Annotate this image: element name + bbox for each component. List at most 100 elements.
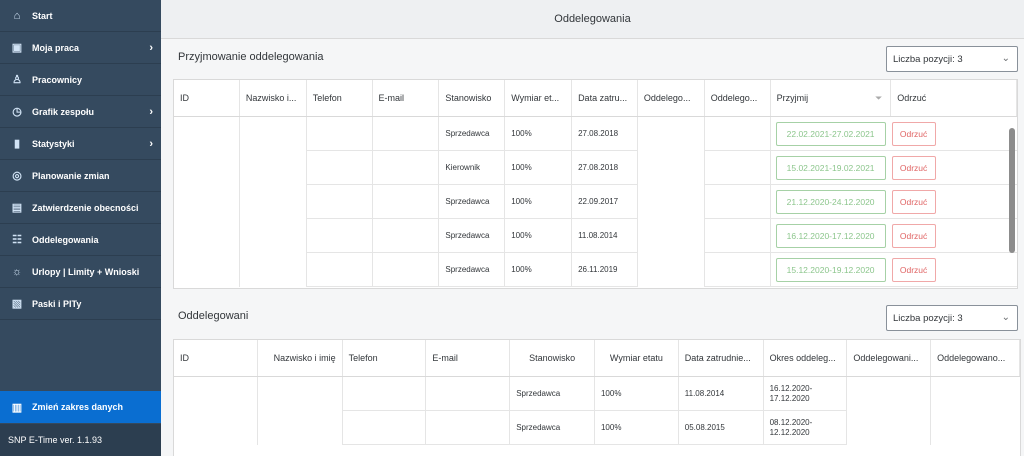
cell-delegated-from (638, 185, 705, 219)
col-header-delegated-to[interactable]: Oddelegowano... (931, 340, 1020, 376)
col-header-position[interactable]: Stanowisko (439, 80, 506, 116)
cell-delegated-to (931, 377, 1020, 411)
cell-name (258, 377, 343, 411)
sidebar-item-pracownicy[interactable]: ♙ Pracownicy (0, 64, 161, 96)
items-count-select[interactable]: Liczba pozycji: 3 ⌄ (886, 46, 1018, 72)
document-icon: ▤ (11, 202, 23, 214)
accept-button[interactable]: 22.02.2021-27.02.2021 (775, 121, 886, 146)
cell-id (174, 253, 240, 287)
cell-name (240, 185, 307, 219)
col-header-phone[interactable]: Telefon (307, 80, 373, 116)
cell-email (372, 185, 440, 219)
col-header-reject[interactable]: Odrzuć (891, 80, 1017, 116)
section-przyjmowanie-header: Przyjmowanie oddelegowania Liczba pozycj… (161, 39, 1024, 79)
cell-email (372, 219, 440, 253)
section-title: Oddelegowani (178, 310, 249, 322)
items-count-select[interactable]: Liczba pozycji: 3 ⌄ (886, 305, 1018, 331)
sidebar-item-label: Oddelegowania (32, 234, 99, 245)
sidebar-item-start[interactable]: ⌂ Start (0, 0, 161, 32)
cell-phone (306, 253, 373, 287)
sidebar-item-moja-praca[interactable]: ▣ Moja praca › (0, 32, 161, 64)
cell-phone (342, 377, 427, 411)
reject-button[interactable]: Odrzuć (891, 189, 936, 214)
sidebar-item-statystyki[interactable]: ▮ Statystyki › (0, 128, 161, 160)
sidebar-item-paski[interactable]: ▧ Paski i PITy (0, 288, 161, 320)
cell-name (240, 117, 307, 151)
select-value: Liczba pozycji: 3 (893, 312, 963, 324)
cell-delegated-to (704, 151, 771, 185)
cell-actions: 21.12.2020-24.12.2020 Odrzuć (770, 185, 1017, 219)
home-icon: ⌂ (13, 9, 21, 22)
cell-id (174, 117, 240, 151)
col-header-phone[interactable]: Telefon (343, 340, 427, 376)
cell-delegated-to (704, 185, 771, 219)
col-header-id[interactable]: ID (174, 80, 240, 116)
cell-position: Kierownik (439, 151, 506, 185)
reject-button[interactable]: Odrzuć (891, 257, 936, 282)
sidebar-item-urlopy[interactable]: ☼ Urlopy | Limity + Wnioski (0, 256, 161, 288)
chevron-down-icon: ⌄ (1001, 53, 1010, 64)
col-header-accept-label: Przyjmij (776, 93, 809, 103)
vacation-icon: ☼ (11, 265, 23, 278)
sidebar-item-grafik[interactable]: ◷ Grafik zespołu › (0, 96, 161, 128)
col-header-id[interactable]: ID (174, 340, 258, 376)
col-header-delegated-to[interactable]: Oddelego... (705, 80, 771, 116)
col-header-fte[interactable]: Wymiar etatu (595, 340, 679, 376)
sidebar-item-oddelegowania[interactable]: ☷ Oddelegowania (0, 224, 161, 256)
cell-email (372, 151, 440, 185)
col-header-hire-date[interactable]: Data zatrudnie... (679, 340, 764, 376)
sidebar-item-zatwierdzenie[interactable]: ▤ Zatwierdzenie obecności (0, 192, 161, 224)
cell-position: Sprzedawca (510, 411, 595, 445)
col-header-position[interactable]: Stanowisko (510, 340, 595, 376)
cell-phone (306, 219, 373, 253)
accept-button[interactable]: 15.02.2021-19.02.2021 (775, 155, 886, 180)
cell-phone (342, 411, 427, 445)
col-header-period[interactable]: Okres oddeleg... (764, 340, 848, 376)
cell-id (174, 219, 240, 253)
bar-chart-icon: ▮ (13, 138, 21, 150)
col-header-accept[interactable]: Przyjmij ⏷ (771, 80, 892, 116)
cell-email (372, 117, 440, 151)
cell-id (174, 377, 258, 411)
cell-fte: 100% (505, 117, 573, 151)
col-header-name[interactable]: Nazwisko i imię (258, 340, 343, 376)
table-row: Sprzedawca 100% 11.08.2014 16.12.2020-17… (174, 219, 1017, 253)
sidebar-item-label: Paski i PITy (32, 298, 82, 309)
cell-position: Sprzedawca (439, 117, 506, 151)
cell-position: Sprzedawca (510, 377, 595, 411)
sidebar-item-label: Start (32, 10, 53, 21)
col-header-delegated-from[interactable]: Oddelego... (638, 80, 705, 116)
col-header-email[interactable]: E-mail (373, 80, 440, 116)
change-data-range-button[interactable]: ▥ Zmień zakres danych (0, 391, 161, 423)
building-icon: ▥ (11, 401, 23, 414)
filter-icon[interactable]: ⏷ (875, 93, 882, 104)
accept-button[interactable]: 21.12.2020-24.12.2020 (775, 189, 886, 214)
cell-id (174, 185, 240, 219)
table-scrollbar[interactable] (1009, 128, 1015, 253)
accept-button[interactable]: 16.12.2020-17.12.2020 (775, 223, 886, 248)
cell-name (240, 253, 307, 287)
section-oddelegowani-header: Oddelegowani Liczba pozycji: 3 ⌄ (161, 298, 1024, 338)
col-header-fte[interactable]: Wymiar et... (505, 80, 573, 116)
cell-position: Sprzedawca (439, 185, 506, 219)
reject-button[interactable]: Odrzuć (891, 121, 936, 146)
table-header-row: ID Nazwisko i... Telefon E-mail Stanowis… (174, 80, 1017, 117)
cell-fte: 100% (505, 219, 573, 253)
cell-phone (306, 151, 373, 185)
col-header-hire-date[interactable]: Data zatru... (572, 80, 638, 116)
schedule-icon: ◷ (12, 106, 22, 118)
sidebar-item-label: Planowanie zmian (32, 170, 110, 181)
sidebar-item-label: Statystyki (32, 138, 75, 149)
cell-name (240, 219, 307, 253)
reject-button[interactable]: Odrzuć (891, 155, 936, 180)
delegated-employees-table: ID Nazwisko i imię Telefon E-mail Stanow… (173, 339, 1021, 456)
col-header-email[interactable]: E-mail (426, 340, 511, 376)
table-row: Sprzedawca 100% 27.08.2018 22.02.2021-27… (174, 117, 1017, 151)
cell-fte: 100% (505, 185, 573, 219)
reject-button[interactable]: Odrzuć (891, 223, 936, 248)
sidebar-item-planowanie[interactable]: ◎ Planowanie zmian (0, 160, 161, 192)
cell-delegated-from (847, 377, 932, 411)
col-header-delegated-from[interactable]: Oddelegowani... (847, 340, 932, 376)
col-header-name[interactable]: Nazwisko i... (240, 80, 307, 116)
accept-button[interactable]: 15.12.2020-19.12.2020 (775, 257, 886, 282)
